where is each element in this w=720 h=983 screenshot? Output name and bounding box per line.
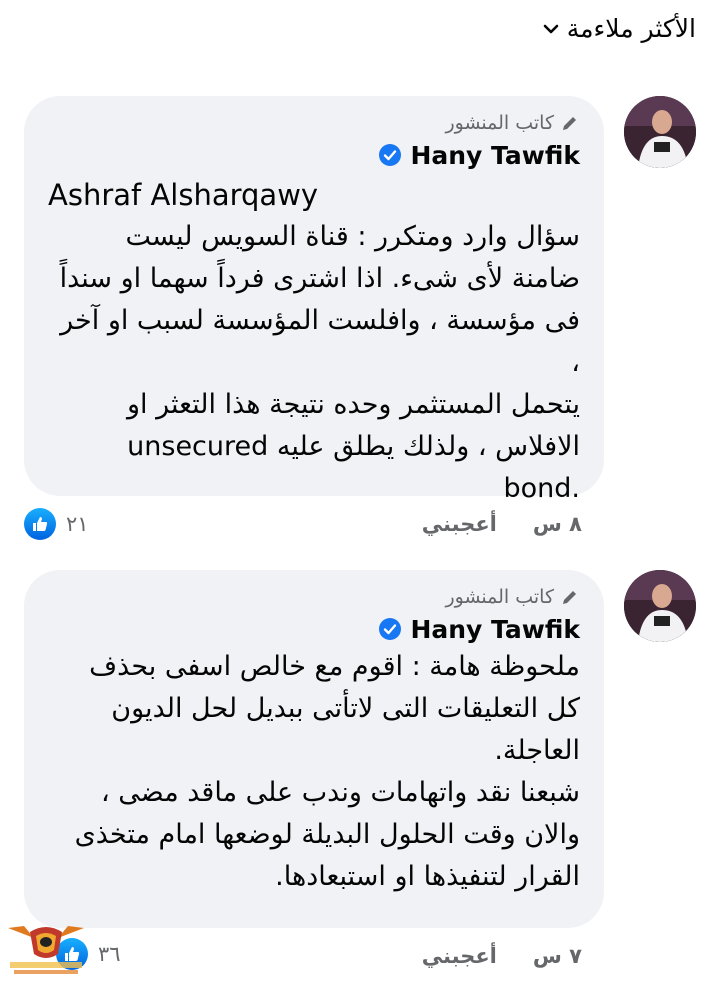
chevron-down-icon xyxy=(543,24,559,33)
author-badge: كاتب المنشور xyxy=(48,584,580,610)
pencil-icon xyxy=(563,117,576,130)
author-name-row[interactable]: Hany Tawfik xyxy=(48,138,580,172)
like-button[interactable]: أعجبني xyxy=(422,944,497,968)
sort-dropdown[interactable]: الأكثر ملاءمة xyxy=(543,14,696,43)
like-button[interactable]: أعجبني xyxy=(422,512,497,536)
avatar[interactable] xyxy=(624,96,696,168)
verified-badge-icon xyxy=(379,144,402,166)
comment-meta: ٨ س أعجبني xyxy=(422,512,582,536)
comment-time[interactable]: ٧ س xyxy=(533,944,582,968)
author-name-row[interactable]: Hany Tawfik xyxy=(48,612,580,646)
verified-badge-icon xyxy=(379,618,402,640)
reaction-count: ٢١ xyxy=(66,512,89,536)
mention-link[interactable]: Ashraf Alsharqawy xyxy=(48,174,580,216)
sort-label: الأكثر ملاءمة xyxy=(566,14,696,43)
author-badge-label: كاتب المنشور xyxy=(445,586,554,608)
reaction-count: ٣٦ xyxy=(98,942,121,966)
comment-text: سؤال وارد ومتكرر : قناة السويس ليست ضامن… xyxy=(59,221,580,504)
forum-watermark-logo xyxy=(8,926,84,974)
like-reaction-icon xyxy=(24,508,56,540)
comment-text: ملحوظة هامة : اقوم مع خالص اسفى بحذف كل … xyxy=(74,651,580,892)
pencil-icon xyxy=(563,591,576,604)
comment-bubble: كاتب المنشور Hany Tawfik ملحوظة هامة : ا… xyxy=(24,570,604,928)
author-badge-label: كاتب المنشور xyxy=(445,112,554,134)
reaction-summary[interactable]: ٢١ xyxy=(24,508,89,540)
author-badge: كاتب المنشور xyxy=(48,110,580,136)
comment-bubble: كاتب المنشور Hany Tawfik Ashraf Alsharqa… xyxy=(24,96,604,504)
comment-meta: ٧ س أعجبني xyxy=(422,944,582,968)
avatar[interactable] xyxy=(624,570,696,642)
comment-time[interactable]: ٨ س xyxy=(533,512,582,536)
author-name[interactable]: Hany Tawfik xyxy=(410,615,580,644)
author-name[interactable]: Hany Tawfik xyxy=(410,141,580,170)
